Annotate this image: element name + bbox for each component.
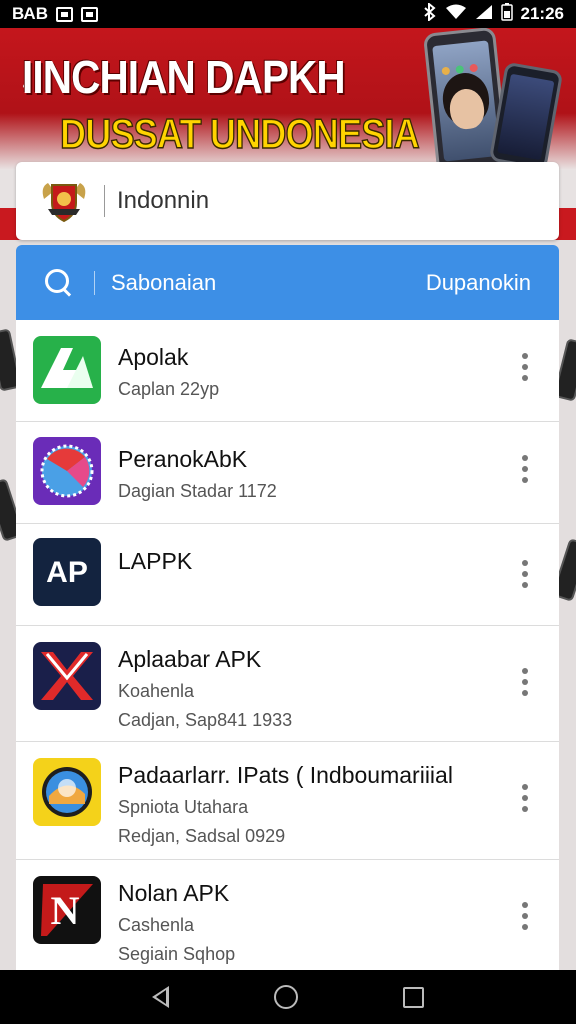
app-title: Aplaabar APK bbox=[118, 646, 262, 672]
status-bar: ВАВ 21:26 bbox=[0, 0, 576, 28]
photo-icon bbox=[80, 6, 98, 22]
recent-apps-icon[interactable] bbox=[402, 986, 424, 1008]
app-subtitle: Spniota Utahara bbox=[118, 797, 249, 817]
app-subtitle: Cashenla bbox=[118, 915, 195, 935]
app-title: PeranokAbK bbox=[118, 446, 248, 472]
status-time: 21:26 bbox=[520, 4, 564, 23]
address-card[interactable]: Indonnin bbox=[16, 162, 559, 240]
list-item[interactable]: AP LAPPK bbox=[16, 524, 559, 626]
crest-icon bbox=[38, 177, 90, 225]
home-icon[interactable] bbox=[273, 985, 298, 1009]
svg-text:AP: AP bbox=[46, 556, 88, 589]
navigation-bar bbox=[0, 970, 576, 1024]
search-icon[interactable] bbox=[44, 268, 74, 298]
wifi-icon bbox=[445, 4, 467, 24]
list-item[interactable]: PeranokAbK Dagian Stadar 1172 bbox=[16, 422, 559, 524]
banner-title: IINCHIAN DAPKH bbox=[22, 51, 346, 103]
search-input[interactable]: Sabonaian bbox=[111, 270, 426, 296]
app-meta: Cadjan, Sap841 1933 bbox=[118, 710, 293, 730]
status-left-text: ВАВ bbox=[12, 4, 48, 23]
app-meta: Segiain Sqhop bbox=[118, 944, 236, 964]
app-icon-peranokabk bbox=[33, 437, 101, 505]
list-item[interactable]: Apolak Caplan 22yp bbox=[16, 320, 559, 422]
list-item[interactable]: N Nolan APK Cashenla Segiain Sqhop bbox=[16, 860, 559, 970]
app-icon-apolak bbox=[33, 336, 101, 404]
address-text: Indonnin bbox=[117, 187, 210, 214]
more-options-icon[interactable] bbox=[521, 560, 529, 588]
more-options-icon[interactable] bbox=[521, 353, 529, 381]
more-options-icon[interactable] bbox=[521, 668, 529, 696]
app-title: Padaarlarr. IPats ( Indboumariiial bbox=[118, 762, 453, 788]
app-icon-aplaabar bbox=[33, 642, 101, 710]
app-title: LAPPK bbox=[118, 548, 193, 574]
search-divider bbox=[94, 270, 95, 295]
app-title: Nolan APK bbox=[118, 880, 230, 906]
search-bar[interactable]: Sabonaian Dupanokin bbox=[16, 245, 559, 320]
app-icon-nolan: N bbox=[33, 876, 101, 944]
more-options-icon[interactable] bbox=[521, 455, 529, 483]
search-action-button[interactable]: Dupanokin bbox=[426, 270, 531, 296]
more-options-icon[interactable] bbox=[521, 784, 529, 812]
svg-text:N: N bbox=[51, 888, 80, 933]
app-icon-lappk: AP bbox=[33, 538, 101, 606]
banner-subtitle: DUSSAT UNDONESIA bbox=[59, 109, 420, 158]
divider bbox=[104, 185, 105, 217]
bluetooth-icon bbox=[423, 1, 437, 25]
list-item[interactable]: Padaarlarr. IPats ( Indboumariiial Spnio… bbox=[16, 742, 559, 860]
battery-icon bbox=[500, 3, 513, 25]
app-subtitle: Caplan 22yp bbox=[118, 379, 220, 399]
gallery-icon bbox=[55, 6, 73, 22]
promo-banner: ‹ IINCHIAN DAPKH DUSSAT UNDONESIA bbox=[0, 28, 576, 170]
list-item[interactable]: Aplaabar APK Koahenla Cadjan, Sap841 193… bbox=[16, 626, 559, 742]
app-meta: Redjan, Sadsal 0929 bbox=[118, 826, 286, 846]
app-list: Apolak Caplan 22yp PeranokAbK Dagian Sta… bbox=[16, 320, 559, 970]
signal-icon bbox=[475, 4, 493, 24]
status-right: 21:26 bbox=[423, 1, 564, 25]
more-options-icon[interactable] bbox=[521, 902, 529, 930]
app-subtitle: Koahenla bbox=[118, 681, 195, 701]
back-icon[interactable] bbox=[152, 986, 170, 1008]
app-title: Apolak bbox=[118, 344, 189, 370]
status-left: ВАВ bbox=[12, 4, 98, 24]
app-icon-padaarlarr bbox=[33, 758, 101, 826]
app-subtitle: Dagian Stadar 1172 bbox=[118, 481, 277, 501]
